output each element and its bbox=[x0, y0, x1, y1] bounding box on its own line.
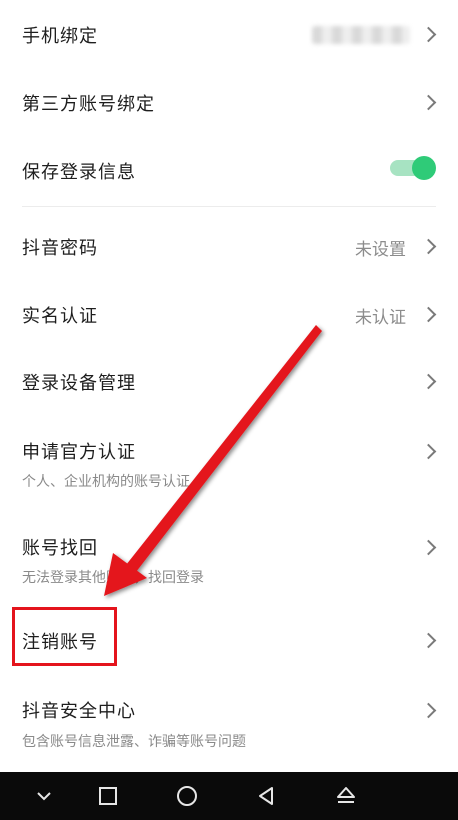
third-party-binding-label: 第三方账号绑定 bbox=[22, 94, 155, 115]
circle-home-icon[interactable] bbox=[157, 772, 217, 820]
chevron-right-icon bbox=[420, 238, 437, 255]
official-verification-subtitle: 个人、企业机构的账号认证 bbox=[22, 474, 190, 490]
save-login-info-toggle[interactable] bbox=[390, 156, 436, 180]
settings-row-phone-binding[interactable]: 手机绑定 bbox=[0, 0, 458, 68]
chevron-down-icon[interactable] bbox=[14, 772, 74, 820]
eject-icon[interactable] bbox=[316, 772, 376, 820]
password-status: 未设置 bbox=[355, 240, 406, 260]
settings-row-third-party-binding[interactable]: 第三方账号绑定 bbox=[0, 68, 458, 136]
real-name-status: 未认证 bbox=[355, 308, 406, 328]
chevron-right-icon bbox=[420, 539, 437, 556]
masked-phone-number bbox=[312, 26, 410, 44]
section-divider bbox=[22, 206, 436, 207]
settings-row-real-name[interactable]: 实名认证 未认证 bbox=[0, 280, 458, 348]
chevron-right-icon bbox=[420, 26, 437, 43]
security-center-subtitle: 包含账号信息泄露、诈骗等账号问题 bbox=[22, 734, 246, 750]
security-center-label: 抖音安全中心 bbox=[22, 701, 136, 722]
settings-row-password[interactable]: 抖音密码 未设置 bbox=[0, 212, 458, 280]
account-recovery-label: 账号找回 bbox=[22, 538, 98, 559]
chevron-right-icon bbox=[420, 443, 437, 460]
chevron-right-icon bbox=[420, 702, 437, 719]
real-name-label: 实名认证 bbox=[22, 306, 98, 327]
settings-row-official-verification[interactable]: 申请官方认证 个人、企业机构的账号认证 bbox=[0, 418, 458, 506]
annotation-highlight-box bbox=[12, 607, 117, 666]
chevron-right-icon bbox=[420, 632, 437, 649]
settings-row-account-recovery[interactable]: 账号找回 无法登录其他账号，找回登录 bbox=[0, 514, 458, 602]
triangle-back-icon[interactable] bbox=[236, 772, 296, 820]
official-verification-label: 申请官方认证 bbox=[22, 442, 136, 463]
password-label: 抖音密码 bbox=[22, 238, 98, 259]
phone-binding-label: 手机绑定 bbox=[22, 26, 98, 47]
settings-row-device-management[interactable]: 登录设备管理 bbox=[0, 348, 458, 416]
system-navigation-bar bbox=[0, 772, 458, 820]
account-recovery-subtitle: 无法登录其他账号，找回登录 bbox=[22, 570, 204, 586]
chevron-right-icon bbox=[420, 306, 437, 323]
chevron-right-icon bbox=[420, 373, 437, 390]
device-management-label: 登录设备管理 bbox=[22, 373, 136, 394]
toggle-knob bbox=[412, 156, 436, 180]
settings-row-security-center[interactable]: 抖音安全中心 包含账号信息泄露、诈骗等账号问题 bbox=[0, 680, 458, 770]
save-login-info-label: 保存登录信息 bbox=[22, 162, 136, 183]
chevron-right-icon bbox=[420, 94, 437, 111]
square-icon[interactable] bbox=[78, 772, 138, 820]
